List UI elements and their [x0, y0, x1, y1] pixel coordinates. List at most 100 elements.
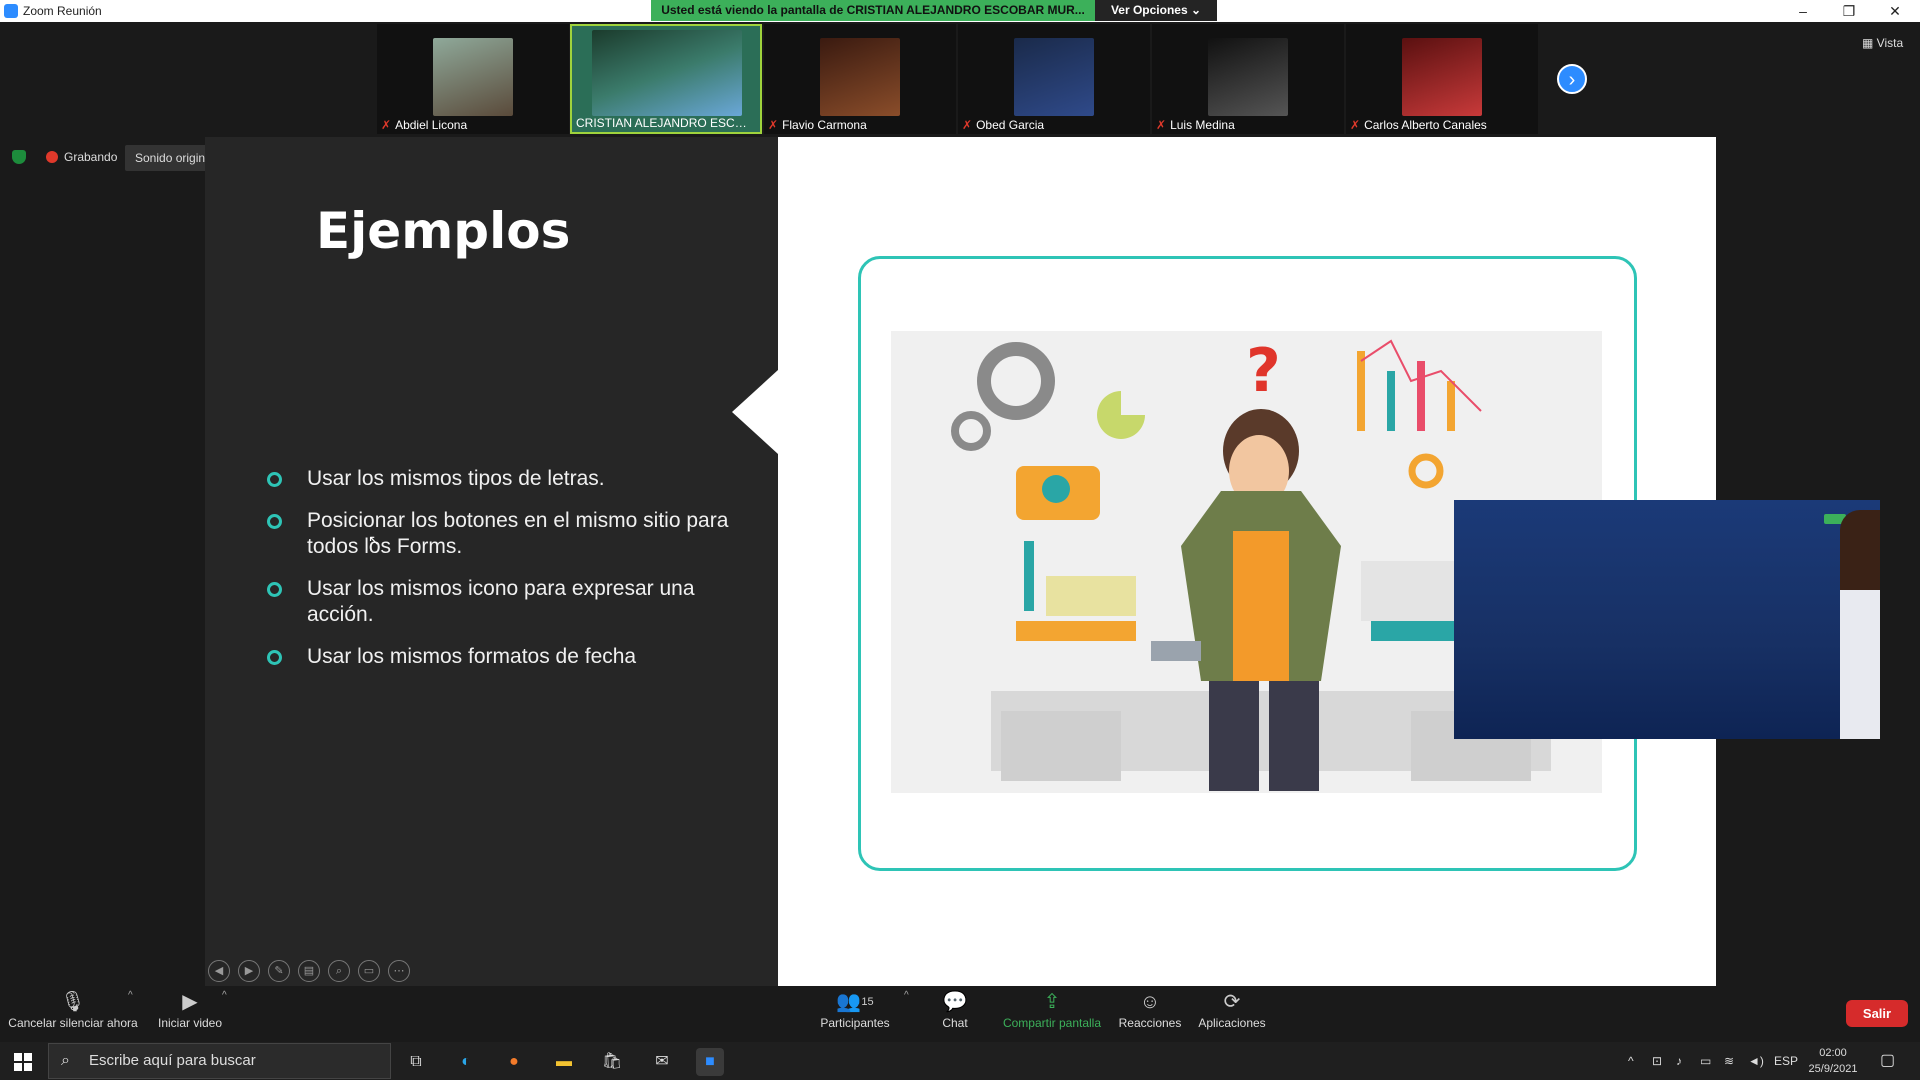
- participant-tile[interactable]: ✗ Carlos Alberto Canales: [1346, 24, 1538, 134]
- bullet-circle-icon: [267, 514, 282, 529]
- participant-name: ✗ Abdiel Licona: [381, 118, 468, 132]
- store-icon[interactable]: 🛍: [598, 1048, 626, 1076]
- search-icon: ⌕: [61, 1052, 70, 1069]
- chevron-up-icon[interactable]: ^: [904, 990, 909, 1001]
- zoom-meeting-window: Zoom Reunión – ❐ ✕ Usted está viendo la …: [0, 0, 1920, 1080]
- participant-name: CRISTIAN ALEJANDRO ESCOB...: [576, 116, 756, 130]
- close-button[interactable]: ✕: [1872, 0, 1918, 22]
- screen-share-banner: Usted está viendo la pantalla de CRISTIA…: [651, 0, 1095, 21]
- participant-strip: ✗ Abdiel Licona CRISTIAN ALEJANDRO ESCOB.…: [0, 22, 1920, 137]
- chevron-up-icon[interactable]: ^: [222, 990, 227, 1001]
- battery-icon[interactable]: ▭: [1700, 1042, 1711, 1080]
- chevron-up-icon[interactable]: ^: [128, 990, 133, 1001]
- meeting-controls: 🎙 Cancelar silenciar ahora ^ ▶ Iniciar v…: [0, 986, 1920, 1042]
- view-options-button[interactable]: Ver Opciones ⌄: [1095, 0, 1217, 21]
- edge-browser-icon[interactable]: ◐: [452, 1048, 480, 1076]
- smiley-icon: ☺: [1139, 991, 1161, 1013]
- bullet-circle-icon: [267, 650, 282, 665]
- taskbar-clock[interactable]: 02:00 25/9/2021: [1800, 1045, 1866, 1077]
- next-participants-button[interactable]: ›: [1557, 64, 1587, 94]
- slide-bullet-list: Usar los mismos tipos de letras. Posicio…: [265, 466, 735, 686]
- window-title: Zoom Reunión: [23, 4, 102, 18]
- participant-tile[interactable]: ✗ Luis Medina: [1152, 24, 1344, 134]
- muted-mic-icon: ✗: [768, 118, 779, 132]
- video-off-icon: ▶: [182, 991, 198, 1013]
- person-silhouette: [1840, 510, 1880, 739]
- zoom-taskbar-icon[interactable]: ■: [696, 1048, 724, 1076]
- chat-button[interactable]: 💬 Chat: [930, 986, 980, 1042]
- more-options-icon[interactable]: ⋯: [388, 960, 410, 982]
- people-icon: 👥15: [836, 991, 874, 1013]
- shield-icon: [12, 150, 26, 164]
- bullet-circle-icon: [267, 582, 282, 597]
- muted-mic-icon: ✗: [1350, 118, 1361, 132]
- zoom-icon[interactable]: ⌕: [328, 960, 350, 982]
- view-button[interactable]: ▦ Vista: [1862, 36, 1903, 50]
- chevron-up-icon[interactable]: ^: [1628, 1042, 1634, 1080]
- participant-video: [1014, 38, 1094, 116]
- previous-slide-icon[interactable]: ◀: [208, 960, 230, 982]
- zoom-app-icon: [4, 4, 18, 18]
- svg-text:?: ?: [1246, 336, 1281, 406]
- recording-label: Grabando: [64, 150, 118, 164]
- chevron-right-icon: ›: [1568, 69, 1576, 91]
- microphone-icon[interactable]: ♪: [1676, 1042, 1682, 1080]
- list-item: Usar los mismos icono para expresar una …: [265, 576, 735, 628]
- task-view-icon[interactable]: ⧉: [402, 1048, 430, 1076]
- taskbar-search-input[interactable]: ⌕ Escribe aquí para buscar: [48, 1043, 391, 1079]
- participant-tile[interactable]: ✗ Abdiel Licona: [377, 24, 569, 134]
- participant-video: [820, 38, 900, 116]
- windows-start-icon[interactable]: [14, 1053, 32, 1071]
- file-explorer-icon[interactable]: ▬: [550, 1048, 578, 1076]
- participants-button[interactable]: 👥15 Participantes ^: [810, 986, 908, 1042]
- apps-icon: ⟳: [1223, 991, 1241, 1013]
- next-slide-icon[interactable]: ▶: [238, 960, 260, 982]
- participant-video: [592, 30, 742, 116]
- participant-name: ✗ Carlos Alberto Canales: [1350, 118, 1487, 132]
- volume-icon[interactable]: ◄): [1748, 1042, 1764, 1080]
- participant-video: [1208, 38, 1288, 116]
- subtitles-icon[interactable]: ▭: [358, 960, 380, 982]
- share-arrow-icon: ⇪: [1043, 991, 1061, 1013]
- participant-tile[interactable]: ✗ Flavio Carmona: [764, 24, 956, 134]
- participant-video: [433, 38, 513, 116]
- slide-arrow-shape: [732, 370, 778, 454]
- participant-video: [1402, 38, 1482, 116]
- windows-taskbar: ⌕ Escribe aquí para buscar ⧉ ◐ ● ▬ 🛍 ✉ ■…: [0, 1042, 1920, 1080]
- reactions-button[interactable]: ☺ Reacciones: [1118, 986, 1182, 1042]
- muted-mic-icon: ✗: [1156, 118, 1167, 132]
- firefox-icon[interactable]: ●: [500, 1048, 528, 1076]
- leave-button[interactable]: Salir: [1846, 1000, 1908, 1027]
- network-icon[interactable]: ⊡: [1652, 1042, 1662, 1080]
- floating-video-overlay[interactable]: [1454, 500, 1880, 739]
- muted-mic-icon: ✗: [962, 118, 973, 132]
- microphone-off-icon: 🎙: [60, 991, 86, 1013]
- list-item: Posicionar los botones en el mismo sitio…: [265, 508, 735, 560]
- muted-mic-icon: ✗: [381, 118, 392, 132]
- mouse-cursor-icon: ↖: [368, 532, 380, 548]
- restore-button[interactable]: ❐: [1826, 0, 1872, 22]
- chat-icon: 💬: [942, 991, 968, 1013]
- grid-icon: ▦: [1862, 36, 1877, 50]
- participant-tile-active-speaker[interactable]: CRISTIAN ALEJANDRO ESCOB...: [570, 24, 762, 134]
- participant-tile[interactable]: ✗ Obed Garcia: [958, 24, 1150, 134]
- recording-icon: [46, 151, 58, 163]
- participant-name: ✗ Flavio Carmona: [768, 118, 867, 132]
- minimize-button[interactable]: –: [1780, 0, 1826, 22]
- slide-title: Ejemplos: [316, 202, 571, 260]
- wifi-icon[interactable]: ≋: [1724, 1042, 1734, 1080]
- bullet-circle-icon: [267, 472, 282, 487]
- mail-icon[interactable]: ✉: [648, 1048, 676, 1076]
- participant-name: ✗ Obed Garcia: [962, 118, 1045, 132]
- mute-button[interactable]: 🎙 Cancelar silenciar ahora ^: [8, 986, 138, 1042]
- start-video-button[interactable]: ▶ Iniciar video ^: [150, 986, 230, 1042]
- list-item: Usar los mismos formatos de fecha: [265, 644, 735, 670]
- apps-button[interactable]: ⟳ Aplicaciones: [1196, 986, 1268, 1042]
- language-indicator[interactable]: ESP: [1774, 1042, 1798, 1080]
- notifications-icon[interactable]: ▢: [1880, 1042, 1895, 1080]
- list-item: Usar los mismos tipos de letras.: [265, 466, 735, 492]
- slides-grid-icon[interactable]: ▤: [298, 960, 320, 982]
- participant-name: ✗ Luis Medina: [1156, 118, 1235, 132]
- pen-icon[interactable]: ✎: [268, 960, 290, 982]
- share-screen-button[interactable]: ⇪ Compartir pantalla: [1000, 986, 1104, 1042]
